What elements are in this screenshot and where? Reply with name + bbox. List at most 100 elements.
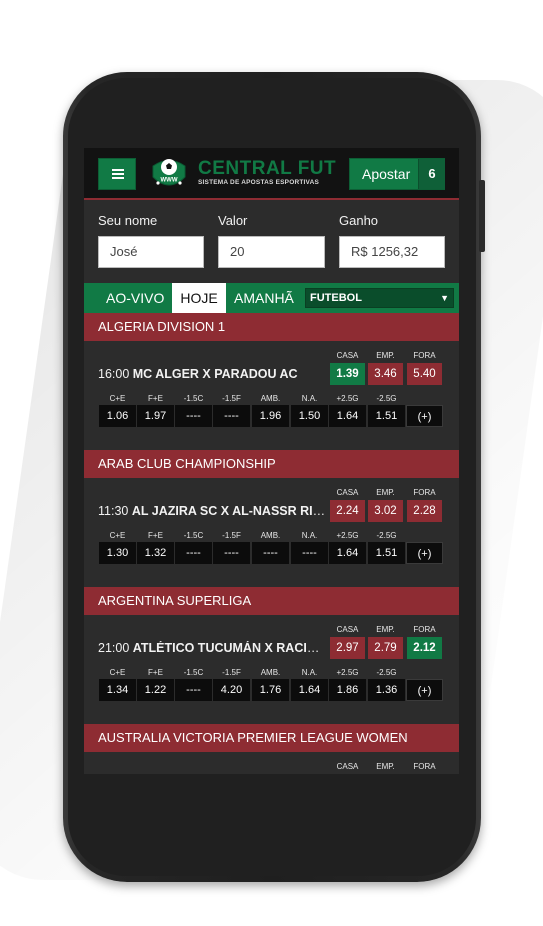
market-label: N.A. — [301, 668, 318, 677]
odd-button-casa[interactable]: 2.97 — [330, 637, 365, 659]
market-label: C+E — [109, 531, 126, 540]
logo-subtitle: SISTEMA DE APOSTAS ESPORTIVAS — [198, 179, 320, 186]
market-odd-button[interactable]: 1.32 — [137, 542, 174, 564]
market-odd-button[interactable]: 1.36 — [368, 679, 405, 701]
market-odd-button[interactable]: 1.64 — [291, 679, 328, 701]
market-odd-button[interactable]: 1.51 — [368, 405, 405, 427]
league-header: ARAB CLUB CHAMPIONSHIP — [84, 450, 459, 478]
odd-button-emp[interactable]: 3.02 — [368, 500, 403, 522]
tab-amanha[interactable]: AMANHÃ — [234, 283, 294, 313]
match-name: 16:00 MC ALGER X PARADOU AC — [98, 367, 298, 381]
odd-label-fora: FORA — [413, 762, 436, 771]
market-odd-button[interactable]: ---- — [175, 405, 212, 427]
odd-label-casa: CASA — [336, 488, 359, 497]
market-odd-button[interactable]: ---- — [252, 542, 289, 564]
gain-label: Ganho — [339, 213, 379, 228]
match-name: 21:00 ATLÉTICO TUCUMÁN X RACING... — [98, 641, 328, 655]
value-label: Valor — [218, 213, 248, 228]
market-odd-button[interactable]: 1.97 — [137, 405, 174, 427]
name-label: Seu nome — [98, 213, 158, 228]
market-label: -1.5F — [222, 394, 241, 403]
odd-button-fora[interactable]: 5.40 — [407, 363, 442, 385]
market-odd-button[interactable]: 1.34 — [99, 679, 136, 701]
market-label: -1.5C — [183, 394, 204, 403]
day-tabs: AO-VIVO HOJE AMANHÃ FUTEBOL ▼ — [84, 283, 459, 313]
odd-button-fora[interactable]: 2.12 — [407, 637, 442, 659]
match-teams: AL JAZIRA SC X AL-NASSR RIY... — [131, 504, 328, 518]
market-label: F+E — [148, 531, 163, 540]
odd-button-emp[interactable]: 2.79 — [368, 637, 403, 659]
odd-label-casa: CASA — [336, 351, 359, 360]
market-label: N.A. — [301, 394, 318, 403]
league-header: ARGENTINA SUPERLIGA — [84, 587, 459, 615]
odd-label-emp: EMP. — [376, 351, 395, 360]
market-odd-button[interactable]: 1.76 — [252, 679, 289, 701]
odd-button-casa[interactable]: 1.39 — [330, 363, 365, 385]
more-markets-button[interactable]: (+) — [406, 679, 443, 701]
odd-label-emp: EMP. — [376, 762, 395, 771]
odd-label-fora: FORA — [413, 351, 436, 360]
bet-form: Seu nome José Valor 20 Ganho R$ 1256,32 — [84, 200, 459, 282]
market-odd-button[interactable]: ---- — [291, 542, 328, 564]
sport-select-value: FUTEBOL — [310, 292, 362, 304]
market-odd-button[interactable]: 1.64 — [329, 405, 366, 427]
market-odd-button[interactable]: ---- — [213, 405, 250, 427]
market-label: AMB. — [260, 668, 281, 677]
market-label: C+E — [109, 668, 126, 677]
market-odd-button[interactable]: ---- — [175, 542, 212, 564]
market-odd-button[interactable]: 1.50 — [291, 405, 328, 427]
league-header: ALGERIA DIVISION 1 — [84, 313, 459, 341]
apostar-label: Apostar — [362, 166, 411, 182]
market-label: F+E — [148, 668, 163, 677]
market-odd-button[interactable]: 1.06 — [99, 405, 136, 427]
more-markets-button[interactable]: (+) — [406, 405, 443, 427]
odd-label-casa: CASA — [336, 762, 359, 771]
odd-button-fora[interactable]: 2.28 — [407, 500, 442, 522]
market-label: +2.5G — [336, 394, 359, 403]
market-odd-button[interactable]: 1.30 — [99, 542, 136, 564]
soccer-ball-logo-icon: WWW — [152, 159, 186, 186]
market-odd-button[interactable]: 4.20 — [213, 679, 250, 701]
market-label: N.A. — [301, 531, 318, 540]
market-odd-button[interactable]: 1.64 — [329, 542, 366, 564]
logo-title: CENTRAL FUT — [198, 158, 337, 179]
market-label: -1.5F — [222, 531, 241, 540]
value-input[interactable]: 20 — [218, 236, 325, 268]
logo: WWW CENTRAL FUT SISTEMA DE APOSTAS ESPOR… — [150, 157, 336, 191]
gain-field: R$ 1256,32 — [339, 236, 445, 268]
market-label: -2.5G — [376, 668, 397, 677]
market-odd-button[interactable]: 1.51 — [368, 542, 405, 564]
market-label: -1.5F — [222, 668, 241, 677]
tab-ao-vivo[interactable]: AO-VIVO — [106, 283, 164, 313]
market-odd-button[interactable]: ---- — [175, 679, 212, 701]
match-teams: MC ALGER X PARADOU AC — [132, 367, 298, 381]
market-label: AMB. — [260, 394, 281, 403]
league-header: AUSTRALIA VICTORIA PREMIER LEAGUE WOMEN — [84, 724, 459, 752]
match-teams: ATLÉTICO TUCUMÁN X RACING... — [132, 641, 328, 655]
logo-badge-text: WWW — [161, 178, 178, 184]
odd-label-fora: FORA — [413, 488, 436, 497]
market-odd-button[interactable]: 1.22 — [137, 679, 174, 701]
odd-label-emp: EMP. — [376, 625, 395, 634]
sport-select[interactable]: FUTEBOL ▼ — [305, 288, 454, 308]
market-label: C+E — [109, 394, 126, 403]
market-label: +2.5G — [336, 668, 359, 677]
top-bar: WWW CENTRAL FUT SISTEMA DE APOSTAS ESPOR… — [84, 148, 459, 200]
market-label: F+E — [148, 394, 163, 403]
market-label: -1.5C — [183, 668, 204, 677]
market-odd-button[interactable]: ---- — [213, 542, 250, 564]
odd-button-emp[interactable]: 3.46 — [368, 363, 403, 385]
market-label: -1.5C — [183, 531, 204, 540]
apostar-button[interactable]: Apostar 6 — [349, 158, 445, 190]
bet-count-badge: 6 — [418, 159, 445, 189]
odd-button-casa[interactable]: 2.24 — [330, 500, 365, 522]
menu-button[interactable] — [98, 158, 136, 190]
name-input[interactable]: José — [98, 236, 204, 268]
odd-label-fora: FORA — [413, 625, 436, 634]
market-label: AMB. — [260, 531, 281, 540]
tab-hoje[interactable]: HOJE — [172, 283, 226, 313]
market-odd-button[interactable]: 1.86 — [329, 679, 366, 701]
market-odd-button[interactable]: 1.96 — [252, 405, 289, 427]
phone-side-button — [479, 180, 485, 252]
more-markets-button[interactable]: (+) — [406, 542, 443, 564]
